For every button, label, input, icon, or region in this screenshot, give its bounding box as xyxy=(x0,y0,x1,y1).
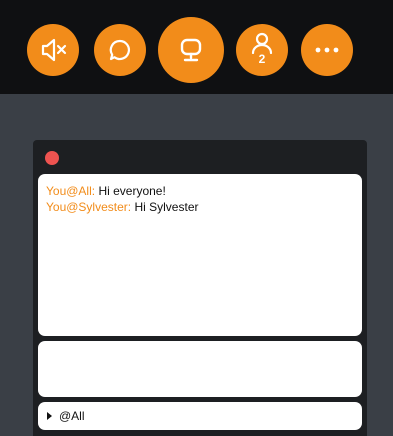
message-sender: You@All: xyxy=(46,184,96,198)
chat-panel: You@All: Hi everyone! You@Sylvester: Hi … xyxy=(33,140,367,436)
message-text: Hi everyone! xyxy=(98,184,166,198)
more-options-button[interactable] xyxy=(301,24,353,76)
top-toolbar: 2 xyxy=(0,0,393,94)
mute-button[interactable] xyxy=(27,24,79,76)
recipient-label: @All xyxy=(59,409,85,423)
chat-message: You@All: Hi everyone! xyxy=(46,183,354,199)
speaker-muted-icon xyxy=(38,37,68,63)
chat-message-list: You@All: Hi everyone! You@Sylvester: Hi … xyxy=(38,174,362,336)
message-sender: You@Sylvester: xyxy=(46,200,132,214)
more-dots-icon xyxy=(314,46,340,54)
caret-right-icon xyxy=(47,412,52,420)
participants-button[interactable]: 2 xyxy=(236,24,288,76)
chat-input[interactable] xyxy=(38,341,362,397)
chat-message: You@Sylvester: Hi Sylvester xyxy=(46,199,354,215)
close-chat-button[interactable] xyxy=(45,151,59,165)
share-screen-button[interactable] xyxy=(158,17,224,83)
recipient-selector[interactable]: @All xyxy=(38,402,362,430)
monitor-icon xyxy=(176,35,206,65)
person-icon xyxy=(249,32,275,54)
chat-bubble-icon xyxy=(107,37,133,63)
participant-count-badge: 2 xyxy=(258,52,266,66)
chat-button[interactable] xyxy=(94,24,146,76)
message-text: Hi Sylvester xyxy=(134,200,199,214)
